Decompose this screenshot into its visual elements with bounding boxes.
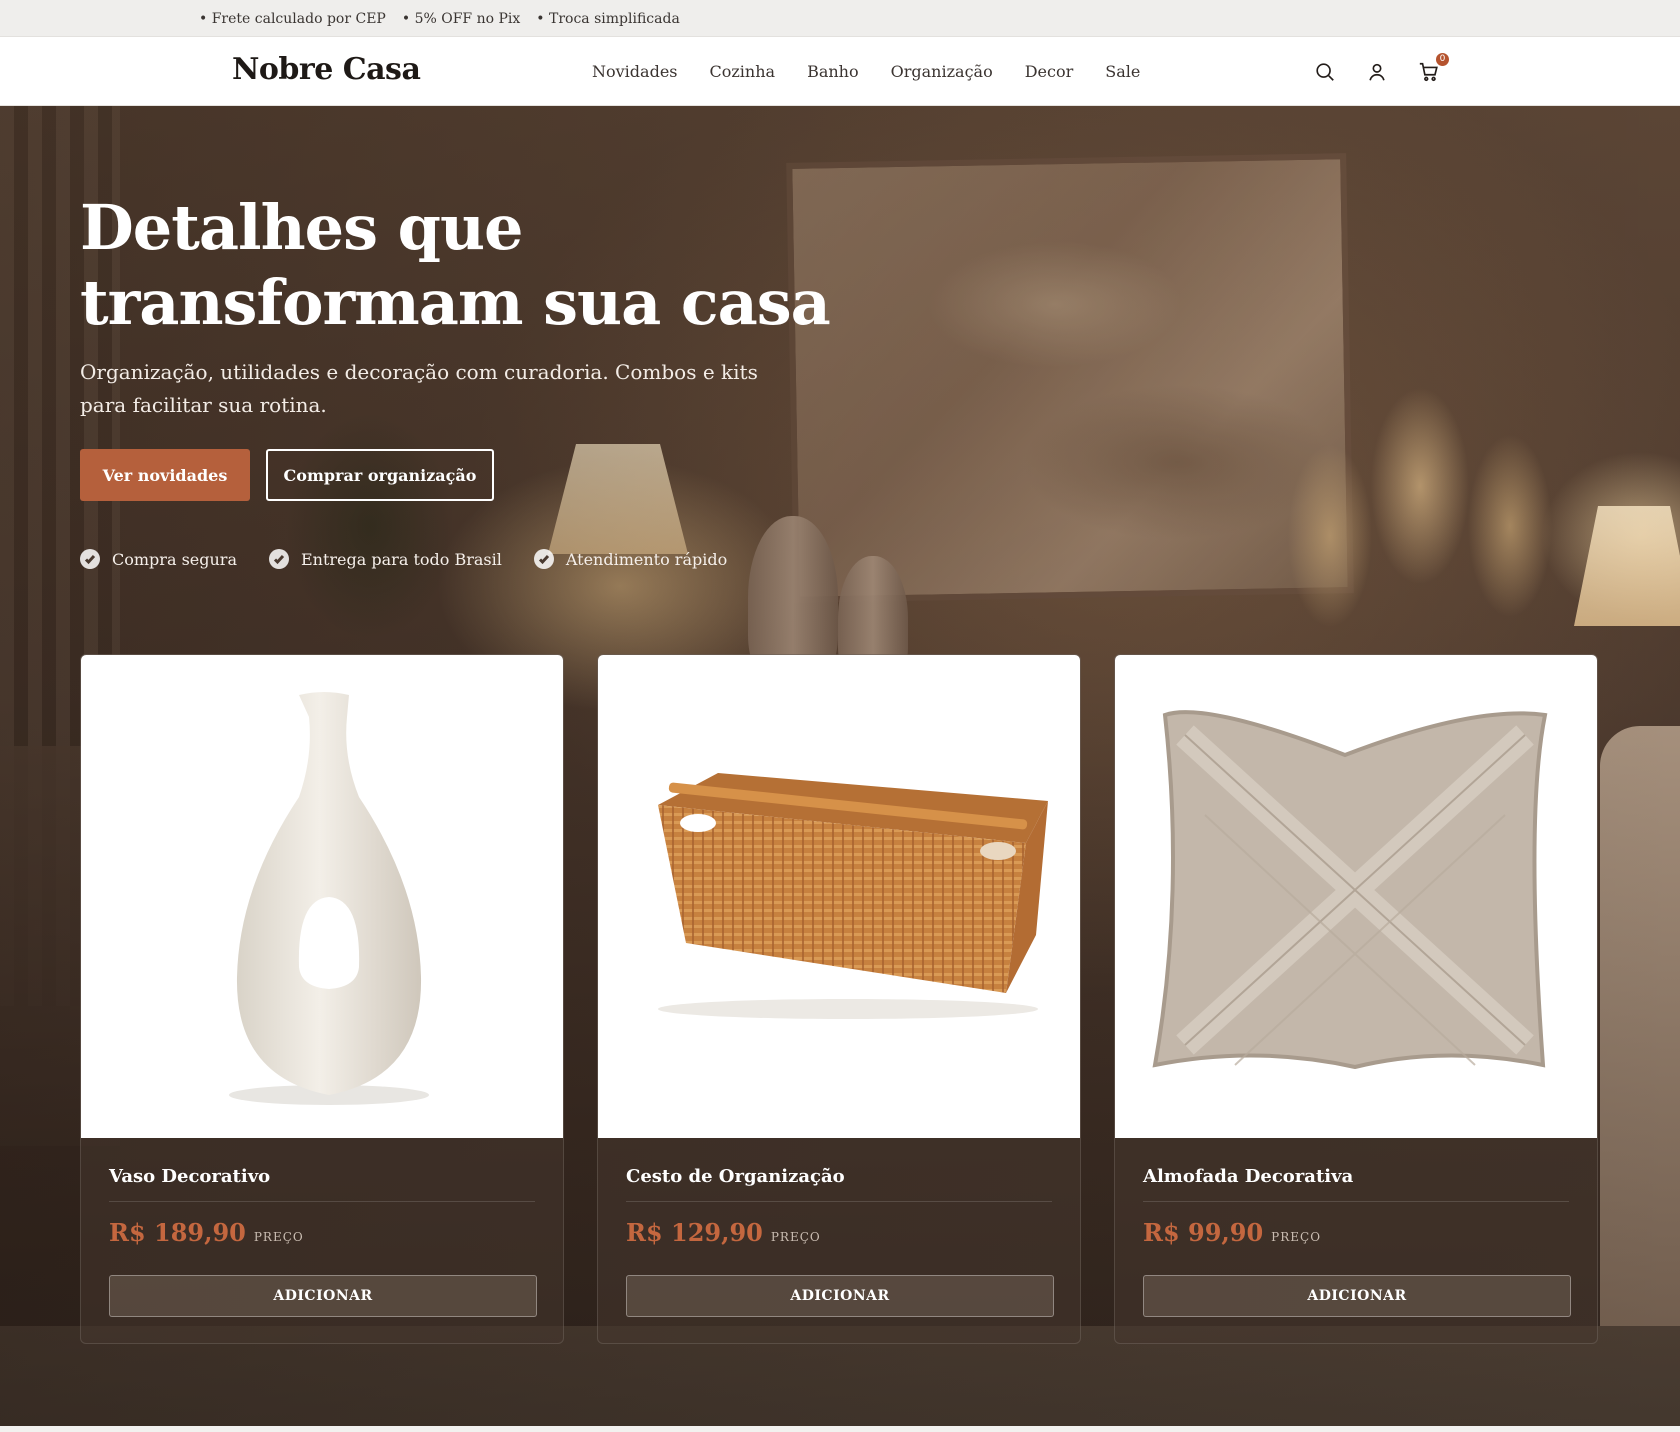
hero-title-line-2: transformam sua casa <box>80 266 831 339</box>
main-nav: Novidades Cozinha Banho Organização Deco… <box>592 37 1140 106</box>
pillow-image <box>1152 710 1548 1070</box>
trust-item-entrega: Entrega para todo Brasil <box>268 549 502 569</box>
product-name[interactable]: Vaso Decorativo <box>109 1138 535 1202</box>
basket-image <box>658 773 1048 1019</box>
add-to-cart-button[interactable]: ADICIONAR <box>626 1275 1054 1317</box>
product-image[interactable] <box>598 655 1080 1138</box>
announcement-shipping: Frete calculado por CEP <box>199 11 386 27</box>
product-name[interactable]: Cesto de Organização <box>626 1138 1052 1202</box>
price-row: R$ 189,90 PREÇO <box>109 1218 535 1247</box>
ver-novidades-button[interactable]: Ver novidades <box>80 449 250 501</box>
announcement-pix-discount: 5% OFF no Pix <box>402 11 521 27</box>
site-header: Nobre Casa Novidades Cozinha Banho Organ… <box>0 37 1680 106</box>
check-icon <box>533 549 554 569</box>
product-image[interactable] <box>1115 655 1597 1138</box>
product-card: Cesto de Organização R$ 129,90 PREÇO ADI… <box>597 654 1081 1344</box>
trust-label: Atendimento rápido <box>565 549 728 569</box>
site-logo[interactable]: Nobre Casa <box>232 52 421 87</box>
nav-item-cozinha[interactable]: Cozinha <box>710 62 776 81</box>
hero-title-line-1: Detalhes que <box>80 191 523 264</box>
nav-item-banho[interactable]: Banho <box>807 62 859 81</box>
announcement-list: Frete calculado por CEP 5% OFF no Pix Tr… <box>199 0 680 37</box>
nav-item-sale[interactable]: Sale <box>1105 62 1140 81</box>
hero-section: Detalhes que transformam sua casa Organi… <box>0 106 1680 1426</box>
check-icon <box>268 549 289 569</box>
check-icon <box>80 549 100 569</box>
nav-item-decor[interactable]: Decor <box>1025 62 1074 81</box>
trust-item-atendimento: Atendimento rápido <box>533 549 728 569</box>
product-price: R$ 189,90 <box>109 1218 246 1247</box>
product-card: Vaso Decorativo R$ 189,90 PREÇO ADICIONA… <box>80 654 564 1344</box>
page-footer-edge <box>0 1426 1680 1432</box>
price-label: PREÇO <box>770 1230 821 1244</box>
search-icon[interactable] <box>1313 60 1337 84</box>
product-body: Vaso Decorativo R$ 189,90 PREÇO <box>81 1138 563 1247</box>
nav-item-organizacao[interactable]: Organização <box>891 62 993 81</box>
product-body: Cesto de Organização R$ 129,90 PREÇO <box>598 1138 1080 1247</box>
product-card: Almofada Decorativa R$ 99,90 PREÇO ADICI… <box>1114 654 1598 1344</box>
price-row: R$ 129,90 PREÇO <box>626 1218 1052 1247</box>
product-image[interactable] <box>81 655 563 1138</box>
price-row: R$ 99,90 PREÇO <box>1143 1218 1569 1247</box>
header-actions: 0 <box>1313 37 1450 106</box>
hero-subtitle: Organização, utilidades e decoração com … <box>80 360 758 417</box>
trust-label: Compra segura <box>112 549 237 569</box>
announcement-exchange: Troca simplificada <box>536 11 680 27</box>
announcement-bar: Frete calculado por CEP 5% OFF no Pix Tr… <box>0 0 1680 37</box>
product-grid: Vaso Decorativo R$ 189,90 PREÇO ADICIONA… <box>80 654 1598 1344</box>
user-icon[interactable] <box>1365 60 1389 84</box>
hero-title: Detalhes que transformam sua casa <box>80 190 840 340</box>
price-label: PREÇO <box>1271 1230 1322 1244</box>
product-body: Almofada Decorativa R$ 99,90 PREÇO <box>1115 1138 1597 1247</box>
product-name[interactable]: Almofada Decorativa <box>1143 1138 1569 1202</box>
cart-icon[interactable]: 0 <box>1417 51 1450 84</box>
trust-badges: Compra segura Entrega para todo Brasil A… <box>80 549 727 569</box>
price-label: PREÇO <box>253 1230 304 1244</box>
nav-item-novidades[interactable]: Novidades <box>592 62 678 81</box>
cart-count-badge: 0 <box>1435 51 1450 67</box>
product-price: R$ 99,90 <box>1143 1218 1264 1247</box>
add-to-cart-button[interactable]: ADICIONAR <box>109 1275 537 1317</box>
add-to-cart-button[interactable]: ADICIONAR <box>1143 1275 1571 1317</box>
product-price: R$ 129,90 <box>626 1218 763 1247</box>
comprar-organizacao-button[interactable]: Comprar organização <box>266 449 494 501</box>
trust-item-compra-segura: Compra segura <box>80 549 237 569</box>
trust-label: Entrega para todo Brasil <box>300 549 502 569</box>
vase-image <box>229 692 429 1105</box>
